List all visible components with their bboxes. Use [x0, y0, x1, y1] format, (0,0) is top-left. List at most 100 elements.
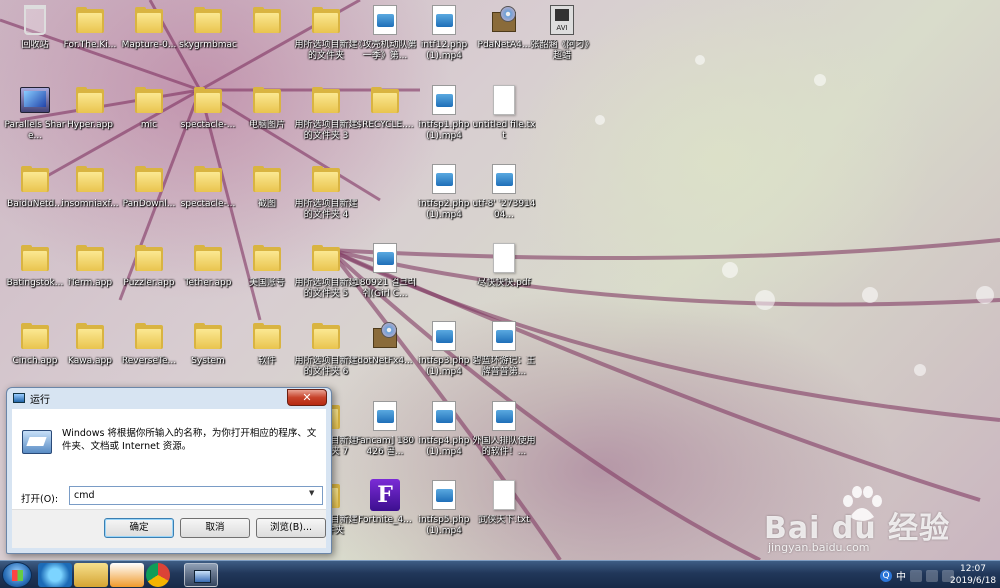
desktop-icon[interactable]: 美国账号: [235, 240, 299, 316]
desktop-icon-label: PdaNetA4...: [477, 40, 531, 50]
open-input[interactable]: cmd: [69, 486, 323, 505]
desktop-icon-label: 用所选项目新建的文件夹 3: [294, 120, 358, 141]
desktop-icon-label: intf12.php (1).mp4: [420, 40, 468, 61]
desktop-icon[interactable]: insomniaxf...: [58, 161, 122, 237]
desktop-icon[interactable]: intf12.php (1).mp4: [412, 2, 476, 78]
desktop-icon[interactable]: 用所选项目新建的文件夹 3: [294, 82, 358, 158]
network-icon[interactable]: [910, 569, 922, 582]
run-dialog-titlebar[interactable]: 运行: [7, 388, 331, 408]
folder-icon: [368, 82, 402, 118]
folder-icon: [309, 2, 343, 38]
media-file-icon: [427, 398, 461, 434]
baidu-jingyan-watermark: Bai du 经验 jingyan.baidu.com: [760, 485, 980, 557]
desktop-icon[interactable]: PdaNetA4...: [472, 2, 536, 78]
desktop-icon-label: Hyper.app: [66, 120, 114, 130]
fortnite-icon: F: [368, 477, 402, 513]
pdf-file-icon: [487, 240, 521, 276]
desktop-icon[interactable]: 尽快快快.pdf: [472, 240, 536, 316]
ok-button[interactable]: 确定: [104, 518, 174, 538]
recycle-bin-icon: [18, 2, 52, 38]
desktop-icon-label: 张韶涵《阿刁》超蜡: [530, 40, 594, 61]
desktop-icon[interactable]: For.The.Ki...: [58, 2, 122, 78]
close-button[interactable]: ✕: [287, 389, 327, 406]
desktop-icon[interactable]: 用所选项目新建的文件夹 4: [294, 161, 358, 237]
clock[interactable]: 12:07 2019/6/18: [950, 563, 996, 587]
start-button[interactable]: [2, 562, 32, 588]
file-explorer-icon[interactable]: [74, 563, 108, 587]
folder-icon: [132, 161, 166, 197]
desktop-icon-label: spectacle-...: [180, 120, 236, 130]
media-player-icon[interactable]: [110, 563, 144, 587]
desktop-icon[interactable]: 《攻壳机动队第一季》第...: [353, 2, 417, 78]
media-file-icon: [487, 318, 521, 354]
desktop-icon[interactable]: 用所选项目新建的文件夹 5: [294, 240, 358, 316]
desktop-icon[interactable]: intfsp3.php (1).mp4: [412, 318, 476, 394]
desktop-icon-label: intfsp2.php (1).mp4: [418, 199, 470, 220]
desktop-icon[interactable]: ReverseTe...: [117, 318, 181, 394]
desktop-icon[interactable]: spectacle-...: [176, 161, 240, 237]
desktop-icon[interactable]: 张韶涵《阿刁》超蜡: [530, 2, 594, 78]
desktop-icon[interactable]: 外国人排队使用的软件！...: [472, 398, 536, 474]
desktop-icon[interactable]: 截图: [235, 161, 299, 237]
desktop-icon[interactable]: untitled file.txt: [472, 82, 536, 158]
desktop-icon[interactable]: 180921 걸크러쉬(Girl C...: [353, 240, 417, 316]
desktop-icon[interactable]: 武侠天下.txt: [472, 477, 536, 553]
cancel-button[interactable]: 取消: [180, 518, 250, 538]
desktop-icon[interactable]: F Fortnite_4...: [353, 477, 417, 553]
desktop-icon-label: mic: [140, 120, 158, 130]
desktop-icon[interactable]: Tether.app: [176, 240, 240, 316]
clock-time: 12:07: [960, 564, 986, 574]
desktop-icon[interactable]: 软件: [235, 318, 299, 394]
desktop-icon[interactable]: Mapture-0...: [117, 2, 181, 78]
desktop-icon[interactable]: [235, 2, 299, 78]
folder-icon: [191, 318, 225, 354]
desktop-icon[interactable]: 用所选项目新建的文件夹 6: [294, 318, 358, 394]
folder-icon: [250, 161, 284, 197]
desktop-icon[interactable]: intfsp1.php (1).mp4: [412, 82, 476, 158]
open-label: 打开(O):: [21, 494, 59, 505]
ime-indicator[interactable]: 中: [896, 568, 906, 583]
browse-button[interactable]: 浏览(B)...: [256, 518, 326, 538]
folder-icon: [191, 82, 225, 118]
desktop-icon[interactable]: 碧蓝环游记：王牌普普第...: [472, 318, 536, 394]
battery-icon[interactable]: [926, 569, 938, 582]
media-file-icon: [427, 82, 461, 118]
desktop-icon[interactable]: 电脑图片: [235, 82, 299, 158]
desktop-icon-label: PanDownl...: [122, 199, 176, 209]
desktop-icon[interactable]: iTerm.app: [58, 240, 122, 316]
desktop-icon[interactable]: $RECYCLE....: [353, 82, 417, 158]
desktop-icon[interactable]: spectacle-...: [176, 82, 240, 158]
desktop-icon-label: 外国人排队使用的软件！...: [472, 436, 536, 457]
taskbar-run-button[interactable]: [184, 563, 218, 587]
desktop-icon-label: 电脑图片: [248, 120, 285, 130]
chrome-icon[interactable]: [146, 563, 170, 587]
folder-icon: [250, 318, 284, 354]
desktop-icon[interactable]: skygrmbmac: [176, 2, 240, 78]
desktop-icon[interactable]: Puzzler.app: [117, 240, 181, 316]
desktop-icon[interactable]: mic: [117, 82, 181, 158]
desktop-icon[interactable]: dotNetFx4...: [353, 318, 417, 394]
desktop-icon-label: Kawa.app: [68, 356, 112, 366]
text-file-icon: [487, 82, 521, 118]
internet-explorer-icon[interactable]: [38, 563, 72, 587]
desktop-icon-label: intfsp5.php (1).mp4: [418, 515, 470, 536]
desktop-icon[interactable]: Kawa.app: [58, 318, 122, 394]
desktop-icon[interactable]: utf-8' '27391404...: [472, 161, 536, 237]
desktop-icon-label: iTerm.app: [67, 278, 113, 288]
desktop-icon[interactable]: intfsp5.php (1).mp4: [412, 477, 476, 553]
qq-tray-icon[interactable]: Q: [880, 569, 892, 582]
desktop-icon-label: Tether.app: [184, 278, 232, 288]
system-tray: Q 中: [880, 568, 954, 583]
folder-icon: [73, 318, 107, 354]
desktop-icon[interactable]: System: [176, 318, 240, 394]
desktop-icon[interactable]: intfsp4.php (1).mp4: [412, 398, 476, 474]
desktop-icon[interactable]: intfsp2.php (1).mp4: [412, 161, 476, 237]
desktop-icon-label: ReverseTe...: [121, 356, 177, 366]
chevron-down-icon[interactable]: ▼: [309, 489, 314, 497]
desktop-icon[interactable]: PanDownl...: [117, 161, 181, 237]
desktop-icon-label: $RECYCLE....: [356, 120, 414, 130]
desktop-icon[interactable]: Fancam] 180426 골...: [353, 398, 417, 474]
desktop-icon[interactable]: 用所选项目新建的文件夹: [294, 2, 358, 78]
desktop-icon[interactable]: Hyper.app: [58, 82, 122, 158]
folder-icon: [73, 82, 107, 118]
